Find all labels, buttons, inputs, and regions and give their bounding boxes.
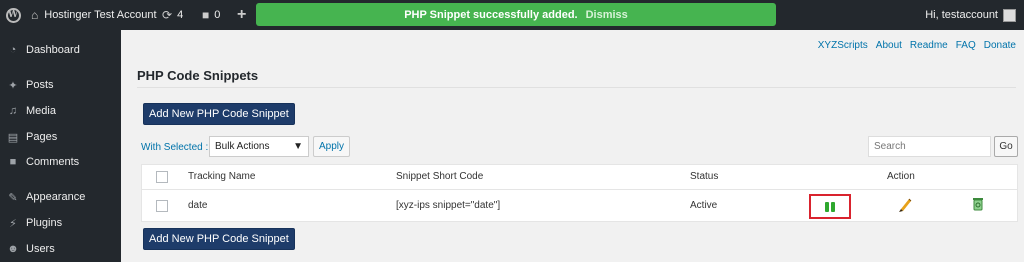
table-header: Tracking Name Snippet Short Code Status … bbox=[142, 165, 1017, 190]
site-name-label: Hostinger Test Account bbox=[44, 9, 157, 21]
updates-link[interactable]: ⟳ 4 bbox=[162, 0, 183, 30]
pages-icon: ▤ bbox=[7, 131, 19, 144]
admin-sidebar: ◔ Dashboard ✦ Posts ♫ Media ▤ Pages ■ Co… bbox=[0, 30, 121, 262]
chevron-down-icon: ▼ bbox=[293, 141, 303, 152]
howdy-label: Hi, testaccount bbox=[925, 9, 998, 21]
title-divider bbox=[137, 87, 1016, 88]
column-status: Status bbox=[690, 171, 719, 182]
go-button[interactable]: Go bbox=[994, 136, 1018, 157]
bulk-actions-value: Bulk Actions bbox=[215, 141, 270, 152]
apply-button[interactable]: Apply bbox=[313, 136, 350, 157]
delete-trash-icon[interactable] bbox=[972, 196, 984, 211]
column-short-code: Snippet Short Code bbox=[396, 171, 484, 182]
comments-count: 0 bbox=[214, 9, 221, 21]
pause-icon bbox=[825, 201, 835, 212]
snippet-name: date bbox=[188, 200, 208, 211]
select-all-checkbox[interactable] bbox=[156, 171, 168, 183]
snippet-status: Active bbox=[690, 200, 718, 211]
site-name-link[interactable]: ⌂ Hostinger Test Account bbox=[31, 0, 157, 30]
dismiss-link[interactable]: Dismiss bbox=[586, 9, 628, 21]
sidebar-item-label: Posts bbox=[26, 79, 54, 91]
sidebar-item-label: Pages bbox=[26, 131, 58, 143]
table-row: date [xyz-ips snippet="date"] Active bbox=[142, 190, 1017, 222]
notice-text: PHP Snippet successfully added. bbox=[404, 8, 578, 21]
comment-bubble-icon: ■ bbox=[202, 8, 210, 22]
edit-pencil-icon[interactable] bbox=[898, 196, 912, 212]
sidebar-item-label: Appearance bbox=[26, 191, 86, 203]
xyzscripts-link[interactable]: XYZScripts bbox=[818, 40, 868, 51]
user-icon: ☻ bbox=[7, 243, 19, 255]
snippets-table: Tracking Name Snippet Short Code Status … bbox=[141, 164, 1018, 222]
donate-link[interactable]: Donate bbox=[984, 40, 1016, 51]
sidebar-item-label: Media bbox=[26, 105, 56, 117]
avatar bbox=[1003, 8, 1016, 22]
sidebar-item-plugins[interactable]: ⚡ Plugins bbox=[0, 212, 121, 234]
sidebar-item-label: Plugins bbox=[26, 217, 63, 229]
add-new-snippet-button[interactable]: Add New PHP Code Snippet bbox=[143, 103, 295, 125]
wordpress-logo-icon[interactable]: W bbox=[4, 0, 22, 30]
new-content-button[interactable]: + bbox=[237, 0, 246, 30]
deactivate-button[interactable] bbox=[809, 194, 851, 219]
sidebar-item-posts[interactable]: ✦ Posts bbox=[0, 74, 121, 96]
with-selected-label: With Selected : bbox=[141, 142, 209, 153]
sidebar-item-users[interactable]: ☻ Users bbox=[0, 238, 121, 260]
sidebar-item-comments[interactable]: ■ Comments bbox=[0, 151, 121, 173]
snippet-short-code: [xyz-ips snippet="date"] bbox=[396, 200, 501, 211]
sidebar-item-appearance[interactable]: ✎ Appearance bbox=[0, 186, 121, 208]
admin-bar: W ⌂ Hostinger Test Account ⟳ 4 ■ 0 + PHP… bbox=[0, 0, 1024, 30]
sidebar-item-label: Dashboard bbox=[26, 44, 80, 56]
updates-icon: ⟳ bbox=[162, 8, 173, 22]
readme-link[interactable]: Readme bbox=[910, 40, 948, 51]
pushpin-icon: ✦ bbox=[8, 79, 18, 92]
sidebar-item-label: Users bbox=[26, 243, 55, 255]
comments-link[interactable]: ■ 0 bbox=[202, 0, 220, 30]
bulk-actions-select[interactable]: Bulk Actions ▼ bbox=[209, 136, 309, 157]
plugin-links: XYZScripts About Readme FAQ Donate bbox=[818, 40, 1016, 51]
main-content: XYZScripts About Readme FAQ Donate PHP C… bbox=[121, 30, 1024, 262]
comment-bubble-icon: ■ bbox=[9, 156, 17, 168]
add-new-snippet-button-bottom[interactable]: Add New PHP Code Snippet bbox=[143, 228, 295, 250]
page-title: PHP Code Snippets bbox=[137, 68, 259, 83]
success-notice: PHP Snippet successfully added. Dismiss bbox=[256, 3, 776, 26]
updates-count: 4 bbox=[177, 9, 184, 21]
dashboard-icon: ◔ bbox=[9, 44, 17, 56]
sidebar-item-media[interactable]: ♫ Media bbox=[0, 100, 121, 122]
faq-link[interactable]: FAQ bbox=[956, 40, 976, 51]
sidebar-item-pages[interactable]: ▤ Pages bbox=[0, 126, 121, 148]
search-input[interactable]: Search bbox=[868, 136, 991, 157]
account-menu[interactable]: Hi, testaccount bbox=[925, 0, 1016, 30]
row-checkbox[interactable] bbox=[156, 200, 168, 212]
plug-icon: ⚡ bbox=[9, 217, 17, 230]
paintbrush-icon: ✎ bbox=[8, 191, 18, 204]
column-tracking-name: Tracking Name bbox=[188, 171, 256, 182]
sidebar-item-label: Comments bbox=[26, 156, 80, 168]
column-action: Action bbox=[887, 171, 915, 182]
media-icon: ♫ bbox=[8, 105, 18, 117]
sidebar-item-dashboard[interactable]: ◔ Dashboard bbox=[0, 39, 121, 61]
home-icon: ⌂ bbox=[31, 8, 39, 22]
about-link[interactable]: About bbox=[876, 40, 902, 51]
